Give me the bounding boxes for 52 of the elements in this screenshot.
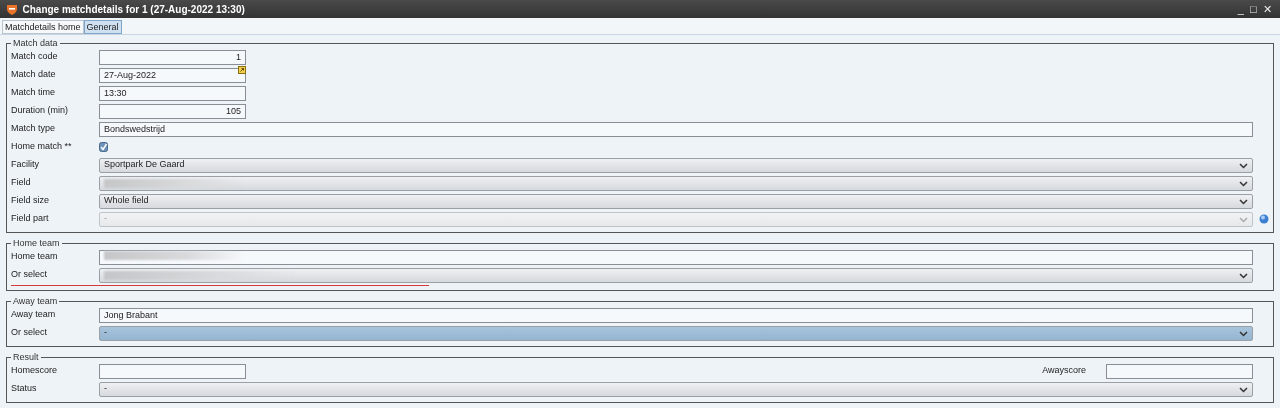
dropdown[interactable]: Whole field <box>99 193 1253 209</box>
field-label: Home team <box>11 250 59 264</box>
field-label: Or select <box>11 268 48 282</box>
field-label: Duration (min) <box>11 104 69 118</box>
dropdown[interactable] <box>99 175 1253 191</box>
chevron-icon <box>1239 329 1248 337</box>
calendar-icon[interactable] <box>238 65 246 74</box>
input-field[interactable]: Bondswedstrijd <box>99 121 1253 137</box>
dropdown[interactable] <box>99 267 1253 283</box>
chevron-icon <box>1239 197 1248 205</box>
input-field[interactable] <box>99 249 1253 265</box>
field-label: Match time <box>11 86 56 100</box>
checkbox[interactable] <box>99 142 108 152</box>
minimize-button[interactable]: _ <box>1235 3 1246 15</box>
tab[interactable]: General <box>83 20 122 34</box>
group-title: Match data <box>12 39 59 48</box>
close-button[interactable]: ✕ <box>1261 3 1274 15</box>
tab[interactable]: Matchdetails home <box>2 20 84 34</box>
input-field[interactable] <box>99 363 246 379</box>
dropdown[interactable]: - <box>99 381 1253 397</box>
field-label: Field <box>11 176 32 190</box>
chevron-icon <box>1239 215 1248 223</box>
maximize-button[interactable]: □ <box>1248 3 1259 15</box>
field-label: Awayscore <box>1042 364 1086 378</box>
chevron-icon <box>1239 161 1248 169</box>
group-title: Away team <box>12 297 59 306</box>
input-field[interactable]: 105 <box>99 103 246 119</box>
input-field[interactable]: 1 <box>99 49 246 65</box>
field-label: Field part <box>11 212 50 226</box>
dropdown[interactable]: Sportpark De Gaard <box>99 157 1253 173</box>
field-label: Home match ** <box>11 140 73 154</box>
field-label: Or select <box>11 326 48 340</box>
field-label: Match date <box>11 68 57 82</box>
field-label: Away team <box>11 308 57 322</box>
chevron-icon <box>1239 385 1248 393</box>
window-title: Change matchdetails for 1 (27-Aug-2022 13:30) <box>22 2 245 17</box>
input-field[interactable]: 13:30 <box>99 85 246 101</box>
field-label: Homescore <box>11 364 58 378</box>
field-label: Facility <box>11 158 40 172</box>
field-label: Match type <box>11 122 57 136</box>
chevron-icon <box>1239 271 1248 279</box>
dropdown[interactable]: - <box>99 325 1253 341</box>
input-field[interactable]: Jong Brabant <box>99 307 1253 323</box>
field-label: Match code <box>11 50 59 64</box>
chevron-icon <box>1239 179 1248 187</box>
input-field[interactable] <box>1106 363 1253 379</box>
shield-icon <box>6 2 18 16</box>
input-field[interactable]: 27-Aug-2022 <box>99 67 246 83</box>
group-title: Result <box>12 353 40 362</box>
field-label: Status <box>11 382 38 396</box>
group-title: Home team <box>12 239 61 248</box>
field-label: Field size <box>11 194 50 208</box>
